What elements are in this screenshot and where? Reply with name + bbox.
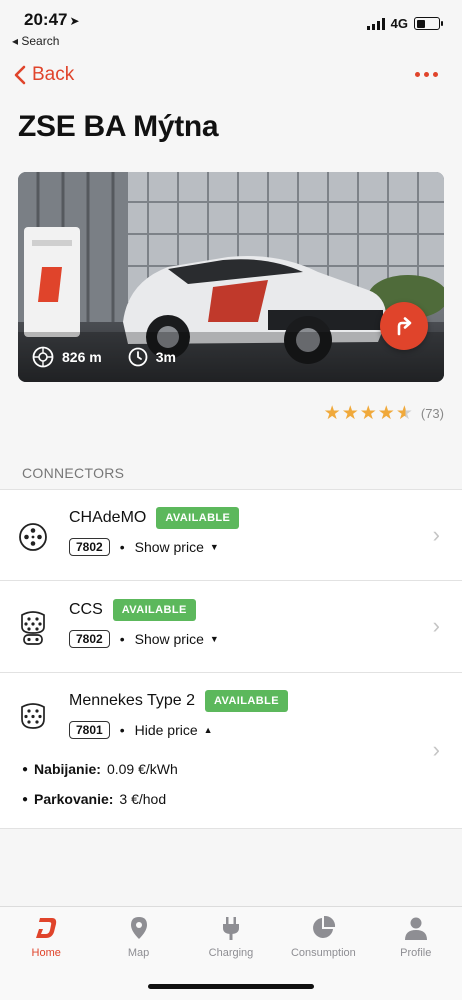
distance-value: 826 m xyxy=(62,349,102,365)
bullet: ● xyxy=(22,793,29,805)
map-pin-icon xyxy=(130,917,147,939)
price-toggle-label: Show price xyxy=(134,631,204,647)
star-icon: ★ xyxy=(323,403,341,424)
connector-row-mennekes[interactable]: Mennekes Type 2 AVAILABLE 7801 • Hide pr… xyxy=(0,673,462,828)
price-value: 3 €/hod xyxy=(119,791,167,807)
home-indicator[interactable] xyxy=(148,984,314,989)
price-details: ● Nabijanie: 0.09 €/kWh ● Parkovanie: 3 … xyxy=(22,761,178,821)
connector-row-ccs[interactable]: CCS AVAILABLE 7802 • Show price ▼ › xyxy=(0,581,462,673)
bullet: ● xyxy=(22,763,29,775)
connector-title: CHAdeMO AVAILABLE xyxy=(69,507,240,529)
pie-chart-icon xyxy=(313,915,336,938)
hero-info: 826 m 3m xyxy=(32,346,176,368)
nav-bar: Back xyxy=(0,58,462,98)
connector-name: Mennekes Type 2 xyxy=(69,692,196,709)
rating-count: (73) xyxy=(420,406,444,421)
tab-label: Profile xyxy=(400,947,432,959)
connector-code: 7802 xyxy=(69,538,110,556)
time-value: 3m xyxy=(155,349,176,365)
price-toggle-label: Hide price xyxy=(134,722,198,738)
home-logo-icon xyxy=(36,918,57,938)
connector-name: CHAdeMO xyxy=(69,509,147,526)
connector-code: 7802 xyxy=(69,630,110,648)
status-time: 20:47 ➤ xyxy=(24,10,80,30)
caret-up-icon: ▲ xyxy=(203,725,213,735)
navigate-button[interactable] xyxy=(380,302,428,350)
chademo-plug-icon xyxy=(19,523,47,551)
back-button[interactable]: Back xyxy=(14,64,74,86)
tab-label: Map xyxy=(127,947,150,959)
chevron-right-icon: › xyxy=(432,737,440,762)
turn-right-arrow-icon xyxy=(397,317,412,336)
price-label: Nabijanie: xyxy=(34,761,101,777)
status-time-text: 20:47 xyxy=(24,10,68,29)
distance-info: 826 m xyxy=(32,346,102,368)
connector-row-chademo[interactable]: CHAdeMO AVAILABLE 7802 • Show price ▼ › xyxy=(0,490,462,581)
connectors-header: CONNECTORS xyxy=(22,465,125,481)
tab-label: Home xyxy=(31,947,61,959)
price-line-charging: ● Nabijanie: 0.09 €/kWh xyxy=(22,761,178,777)
show-price-toggle[interactable]: Show price ▼ xyxy=(135,631,219,647)
rating-stars: ★ ★ ★ ★ ★ xyxy=(324,404,413,423)
connector-details: 7801 • Hide price ▲ xyxy=(69,721,213,739)
status-indicators: 4G xyxy=(366,16,443,31)
connectors-list: CHAdeMO AVAILABLE 7802 • Show price ▼ › … xyxy=(0,489,462,829)
ccs-plug-icon xyxy=(21,611,45,645)
star-icon: ★ xyxy=(377,403,395,424)
caret-down-icon: ▼ xyxy=(209,634,219,644)
chevron-right-icon: › xyxy=(432,522,440,547)
connector-name: CCS xyxy=(69,601,103,618)
hide-price-toggle[interactable]: Hide price ▲ xyxy=(135,722,213,738)
person-icon xyxy=(404,917,427,940)
star-icon: ★ xyxy=(341,403,359,424)
connector-title: CCS AVAILABLE xyxy=(69,599,196,621)
clock-icon xyxy=(128,347,148,367)
chevron-left-icon xyxy=(14,65,26,85)
star-half-icon: ★ xyxy=(395,403,413,424)
station-photo: 826 m 3m xyxy=(18,172,444,382)
caret-down-icon: ▼ xyxy=(209,542,219,552)
status-badge: AVAILABLE xyxy=(156,507,240,529)
tab-label: Consumption xyxy=(290,947,356,959)
connector-code: 7801 xyxy=(69,721,110,739)
status-bar: 20:47 ➤ ◂ Search 4G xyxy=(0,0,462,54)
status-badge: AVAILABLE xyxy=(112,599,196,621)
signal-icon xyxy=(366,17,385,30)
connector-title: Mennekes Type 2 AVAILABLE xyxy=(69,690,288,712)
price-toggle-label: Show price xyxy=(134,539,204,555)
page-title: ZSE BA Mýtna xyxy=(18,110,219,143)
chevron-right-icon: › xyxy=(432,613,440,638)
time-info: 3m xyxy=(128,347,176,367)
separator-dot: • xyxy=(119,631,125,647)
connector-details: 7802 • Show price ▼ xyxy=(69,630,219,648)
tab-label: Charging xyxy=(208,947,254,959)
tab-charging[interactable]: Charging xyxy=(185,915,277,959)
mennekes-plug-icon xyxy=(21,703,45,729)
rating[interactable]: ★ ★ ★ ★ ★ (73) xyxy=(324,404,444,423)
location-arrow-icon: ➤ xyxy=(69,14,80,28)
tab-map[interactable]: Map xyxy=(93,915,185,959)
tab-home[interactable]: Home xyxy=(0,915,92,959)
back-label: Back xyxy=(32,64,75,85)
plug-icon xyxy=(222,917,239,940)
status-back-app[interactable]: ◂ Search xyxy=(12,34,59,48)
tab-profile[interactable]: Profile xyxy=(370,915,462,959)
separator-dot: • xyxy=(119,539,125,555)
star-icon: ★ xyxy=(359,403,377,424)
status-badge: AVAILABLE xyxy=(205,690,288,712)
battery-icon xyxy=(414,17,443,30)
price-label: Parkovanie: xyxy=(34,791,114,807)
separator-dot: • xyxy=(119,722,125,738)
tab-consumption[interactable]: Consumption xyxy=(277,915,369,959)
show-price-toggle[interactable]: Show price ▼ xyxy=(135,539,219,555)
more-options-icon[interactable] xyxy=(415,72,438,77)
price-line-parking: ● Parkovanie: 3 €/hod xyxy=(22,791,178,807)
tire-icon xyxy=(32,346,54,368)
connector-details: 7802 • Show price ▼ xyxy=(69,538,219,556)
network-label: 4G xyxy=(390,16,408,31)
price-value: 0.09 €/kWh xyxy=(106,761,178,777)
